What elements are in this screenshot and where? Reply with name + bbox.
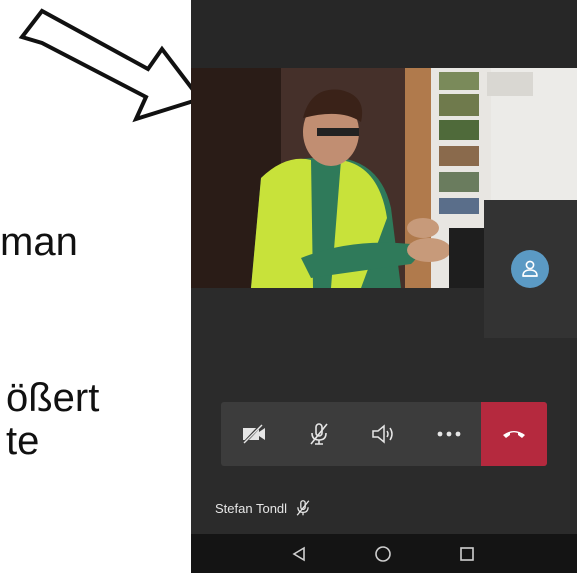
back-triangle-icon [292,546,305,561]
mic-off-button[interactable] [286,402,351,466]
nav-recents-button[interactable] [447,534,487,573]
system-nav-bar [191,534,577,573]
recents-square-icon [460,546,474,561]
call-controls [221,402,547,466]
nav-home-button[interactable] [363,534,403,573]
video-off-icon [242,424,265,444]
speaker-button[interactable] [351,402,416,466]
slide-text-fragment-1: man [0,220,78,264]
annotation-arrow-icon [18,8,204,123]
nav-back-button[interactable] [279,534,319,573]
person-icon [522,260,538,277]
phone-screen: Stefan Tondl [191,0,577,573]
slide-text-fragment-2: ößert [6,376,100,420]
slide-text-fragment-3: te [6,419,40,463]
status-area [191,0,577,68]
participant-name: Stefan Tondl [215,500,288,516]
self-view-tile[interactable] [484,200,577,338]
hangup-icon [503,431,525,438]
self-avatar [511,250,549,288]
mic-off-icon [309,423,328,445]
participant-mic-off-icon [296,500,310,516]
speaker-icon [371,424,393,444]
more-icon [437,431,460,437]
home-circle-icon [375,545,391,562]
camera-off-button[interactable] [221,402,286,466]
hang-up-button[interactable] [481,402,547,466]
more-options-button[interactable] [416,402,481,466]
participant-row: Stefan Tondl [215,496,311,520]
